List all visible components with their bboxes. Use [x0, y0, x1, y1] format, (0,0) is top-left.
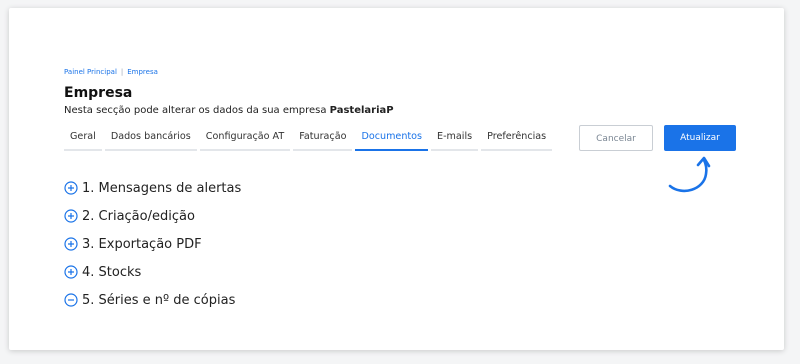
tab-e-mails[interactable]: E-mails: [431, 127, 479, 151]
section-label: 5. Séries e nº de cópias: [82, 292, 236, 308]
breadcrumb-separator: |: [120, 68, 124, 76]
section-label: 2. Criação/edição: [82, 208, 195, 224]
tab-dados-bancarios[interactable]: Dados bancários: [104, 127, 197, 151]
section-stocks[interactable]: 4. Stocks: [64, 258, 241, 286]
section-label: 1. Mensagens de alertas: [82, 180, 242, 196]
breadcrumb: Painel Principal | Empresa: [64, 68, 158, 76]
section-series-copias[interactable]: 5. Séries e nº de cópias: [64, 286, 241, 314]
page-subtitle: Nesta secção pode alterar os dados da su…: [64, 105, 394, 116]
tab-bar: Geral Dados bancários Configuração AT Fa…: [64, 127, 553, 151]
tab-documentos[interactable]: Documentos: [355, 127, 429, 151]
plus-circle-icon[interactable]: [64, 265, 78, 279]
plus-circle-icon[interactable]: [64, 181, 78, 195]
plus-circle-icon[interactable]: [64, 237, 78, 251]
subtitle-text: Nesta secção pode alterar os dados da su…: [64, 105, 330, 116]
company-name: PastelariaP: [329, 105, 394, 116]
cancel-button[interactable]: Cancelar: [579, 125, 653, 151]
breadcrumb-current[interactable]: Empresa: [127, 68, 158, 76]
page-title: Empresa: [64, 85, 133, 101]
section-label: 4. Stocks: [82, 264, 142, 280]
curved-arrow-icon: [668, 156, 711, 193]
tab-geral[interactable]: Geral: [64, 127, 102, 151]
section-criacao-edicao[interactable]: 2. Criação/edição: [64, 202, 241, 230]
tab-configuracao-at[interactable]: Configuração AT: [199, 127, 291, 151]
sections-list: 1. Mensagens de alertas 2. Criação/ediçã…: [64, 174, 241, 314]
section-mensagens-de-alertas[interactable]: 1. Mensagens de alertas: [64, 174, 241, 202]
plus-circle-icon[interactable]: [64, 209, 78, 223]
tab-faturacao[interactable]: Faturação: [293, 127, 353, 151]
section-exportacao-pdf[interactable]: 3. Exportação PDF: [64, 230, 241, 258]
minus-circle-icon[interactable]: [64, 293, 78, 307]
breadcrumb-home-link[interactable]: Painel Principal: [64, 68, 117, 76]
tab-preferencias[interactable]: Preferências: [481, 127, 553, 151]
update-button[interactable]: Atualizar: [664, 125, 736, 151]
section-label: 3. Exportação PDF: [82, 236, 202, 252]
